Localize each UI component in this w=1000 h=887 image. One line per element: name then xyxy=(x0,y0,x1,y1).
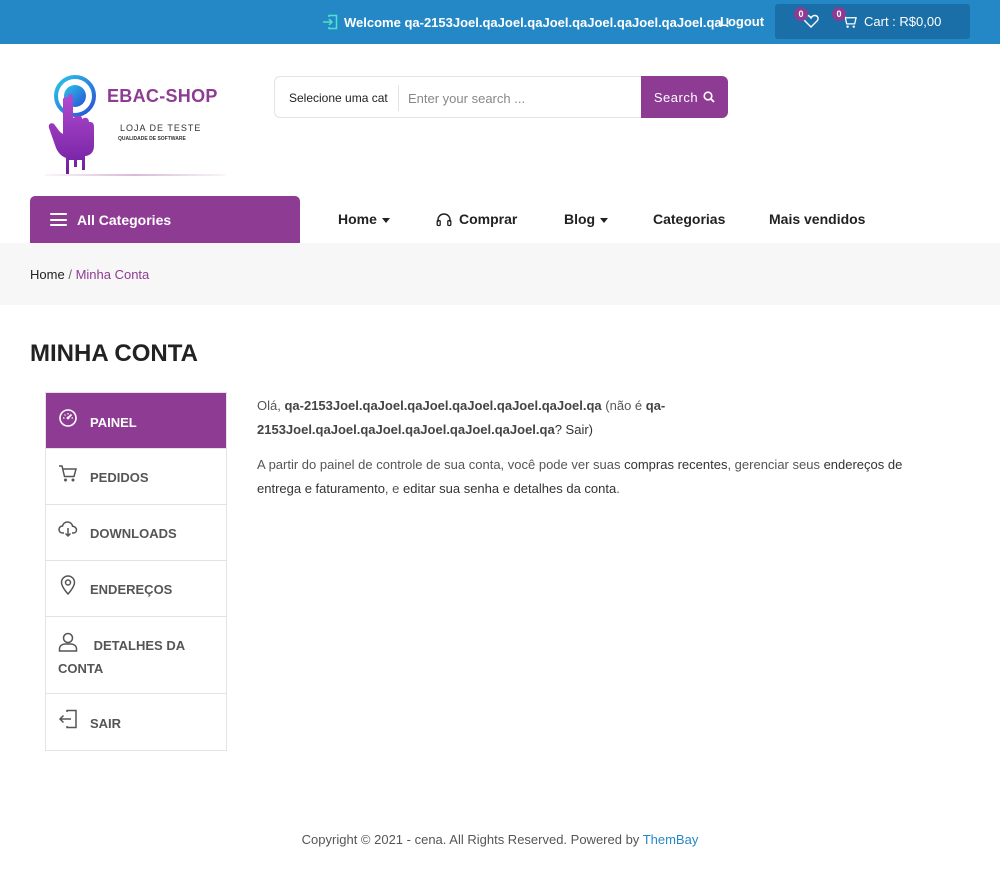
user-icon xyxy=(58,632,78,652)
username: qa-2153Joel.qaJoel.qaJoel.qaJoel.qaJoel.… xyxy=(284,398,602,413)
logout-icon xyxy=(58,709,77,729)
recent-orders-link[interactable]: compras recentes xyxy=(624,457,727,472)
search-icon xyxy=(703,91,715,103)
copyright-text: Copyright © 2021 - cena. All Rights Rese… xyxy=(301,832,643,847)
nav-item-home[interactable]: Home xyxy=(338,211,390,227)
nav-item-label: Home xyxy=(338,211,377,227)
greeting-prefix: Olá, xyxy=(257,398,285,413)
cart-count-badge: 0 xyxy=(832,7,846,21)
breadcrumb-current: Minha Conta xyxy=(75,267,150,282)
logo-subtitle: LOJA DE TESTE xyxy=(120,123,202,133)
logout-link[interactable]: Logout xyxy=(720,14,764,29)
headphones-icon xyxy=(436,212,452,226)
all-categories-button[interactable]: All Categories xyxy=(30,196,300,243)
page-title: MINHA CONTA xyxy=(30,340,198,367)
greeting-paragraph: Olá, qa-2153Joel.qaJoel.qaJoel.qaJoel.qa… xyxy=(257,394,937,442)
hamburger-menu-icon xyxy=(50,213,67,226)
sair-link[interactable]: ? Sair) xyxy=(555,422,593,437)
welcome-message: Welcome qa-2153Joel.qaJoel.qaJoel.qaJoel… xyxy=(322,13,730,31)
logo-underline xyxy=(45,174,225,176)
account-nav-label: Sair xyxy=(90,716,122,731)
intro-text: A partir do painel de controle de sua co… xyxy=(257,457,625,472)
nav-item-blog[interactable]: Blog xyxy=(564,211,609,227)
cart-icon xyxy=(59,465,77,482)
nav-item-label: Mais vendidos xyxy=(769,211,866,227)
nav-item-label: Categorias xyxy=(653,211,726,227)
top-bar: Welcome qa-2153Joel.qaJoel.qaJoel.qaJoel… xyxy=(0,0,1000,44)
account-nav-label: Pedidos xyxy=(90,470,149,485)
account-nav-label: Endereços xyxy=(90,582,173,597)
welcome-text: Welcome qa-2153Joel.qaJoel.qaJoel.qaJoel… xyxy=(344,14,730,30)
search-divider xyxy=(398,85,399,111)
intro-paragraph: A partir do painel de controle de sua co… xyxy=(257,453,937,501)
breadcrumb: Home / Minha Conta xyxy=(30,267,149,282)
dashboard-content: Olá, qa-2153Joel.qaJoel.qaJoel.qaJoel.qa… xyxy=(257,394,937,512)
caret-down-icon xyxy=(600,217,609,223)
account-nav-sair[interactable]: Sair xyxy=(46,694,226,750)
breadcrumb-separator: / xyxy=(68,267,72,282)
wishlist-count-badge: 0 xyxy=(794,7,808,21)
logo-title: EBAC-SHOP xyxy=(107,86,218,106)
cart-total[interactable]: Cart : R$0,00 xyxy=(864,14,941,29)
account-navigation: Painel Pedidos Downloads Endereços Detal… xyxy=(45,392,227,751)
caret-down-icon xyxy=(381,217,390,223)
hand-pointer-logo-icon xyxy=(48,75,96,174)
intro-mid-2: , e xyxy=(384,481,403,496)
breadcrumb-band: Home / Minha Conta xyxy=(0,243,1000,305)
cart-box[interactable]: 0 0 Cart : R$0,00 xyxy=(775,4,970,39)
account-nav-label: Downloads xyxy=(90,526,177,541)
footer-copyright: Copyright © 2021 - cena. All Rights Rese… xyxy=(0,832,1000,847)
account-nav-label: Painel xyxy=(90,415,137,430)
search-button-label: Search xyxy=(653,89,699,105)
all-categories-label: All Categories xyxy=(77,211,172,228)
cloud-download-icon xyxy=(58,521,78,538)
account-nav-painel[interactable]: Painel xyxy=(46,393,226,449)
nav-item-mais-vendidos[interactable]: Mais vendidos xyxy=(769,211,865,227)
account-nav-downloads[interactable]: Downloads xyxy=(46,505,226,561)
account-nav-detalhes-da-conta[interactable]: Detalhes da conta xyxy=(46,617,226,694)
nav-item-label: Comprar xyxy=(459,211,518,227)
category-select[interactable]: Selecione uma cat xyxy=(289,91,388,105)
breadcrumb-home-link[interactable]: Home xyxy=(30,267,65,282)
thembay-link[interactable]: ThemBay xyxy=(643,832,699,847)
nav-item-categorias[interactable]: Categorias xyxy=(653,211,725,227)
dashboard-icon xyxy=(59,409,77,427)
nav-item-label: Blog xyxy=(564,211,596,227)
account-nav-enderecos[interactable]: Endereços xyxy=(46,561,226,617)
logo-tagline: QUALIDADE DE SOFTWARE xyxy=(118,136,186,142)
intro-mid-1: , gerenciar seus xyxy=(727,457,824,472)
map-pin-icon xyxy=(60,575,76,595)
search-bar: Selecione uma cat Search xyxy=(274,76,728,118)
site-logo[interactable]: EBAC-SHOP LOJA DE TESTE QUALIDADE DE SOF… xyxy=(35,70,235,180)
not-you-text: (não é xyxy=(601,398,646,413)
account-nav-pedidos[interactable]: Pedidos xyxy=(46,449,226,505)
search-button[interactable]: Search xyxy=(641,76,728,118)
intro-end: . xyxy=(616,481,620,496)
login-icon xyxy=(323,14,338,30)
account-details-link[interactable]: editar sua senha e detalhes da conta xyxy=(403,481,616,496)
search-input[interactable] xyxy=(408,87,633,109)
nav-item-comprar[interactable]: Comprar xyxy=(436,211,517,227)
